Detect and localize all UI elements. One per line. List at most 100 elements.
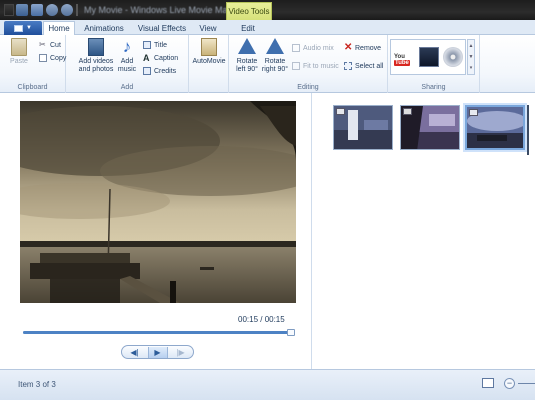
- window-title: My Movie - Windows Live Movie Maker: [84, 5, 241, 15]
- clipboard-group-label: Clipboard: [17, 84, 48, 91]
- seek-bar-fill: [23, 331, 293, 334]
- tab-edit[interactable]: Edit: [228, 21, 268, 35]
- storyboard-pane: [313, 93, 535, 369]
- paste-button[interactable]: Paste: [8, 38, 30, 66]
- preview-pane: 00:15 / 00:15 ◀| ▶ |▶: [0, 93, 312, 369]
- audio-mix-icon: [292, 44, 300, 52]
- cut-label: Cut: [50, 41, 61, 49]
- undo-icon[interactable]: [46, 4, 58, 16]
- storyboard-clip-selected[interactable]: [465, 105, 525, 150]
- remove-button[interactable]: ✕ Remove: [344, 43, 381, 53]
- play-button[interactable]: ▶: [147, 346, 168, 358]
- seek-bar[interactable]: [23, 331, 293, 334]
- playback-controls: ◀| ▶ |▶: [121, 345, 194, 359]
- storyboard-clip[interactable]: [333, 105, 393, 150]
- storyboard-clip[interactable]: [400, 105, 460, 150]
- rotate-left-label-1: Rotate: [236, 58, 258, 65]
- storyboard-playhead[interactable]: [527, 105, 529, 155]
- thumbnail-size-icon[interactable]: [482, 378, 494, 388]
- title-label: Title: [154, 41, 167, 49]
- add-videos-and-photos-button[interactable]: Add videos and photos: [76, 38, 116, 74]
- qat-separator: [76, 4, 78, 16]
- caption-label: Caption: [154, 54, 179, 62]
- youtube-logo: You Tube: [394, 54, 410, 66]
- fit-to-music-label: Fit to music: [303, 62, 339, 70]
- automovie-label: AutoMovie: [192, 58, 226, 65]
- tab-visual-effects[interactable]: Visual Effects: [132, 21, 192, 35]
- add-music-button[interactable]: ♪ Add music: [116, 38, 138, 74]
- tab-view[interactable]: View: [194, 21, 222, 35]
- app-menu-button[interactable]: ▼: [4, 21, 42, 35]
- credits-button[interactable]: Credits: [143, 66, 176, 76]
- automovie-icon: [201, 38, 217, 56]
- seek-thumb[interactable]: [287, 329, 295, 336]
- caption-icon: A: [143, 53, 150, 63]
- automovie-button[interactable]: AutoMovie: [190, 38, 228, 66]
- add-group-label: Add: [120, 84, 134, 91]
- add-videos-label-2: and photos: [78, 66, 114, 73]
- chevron-up-icon[interactable]: ▲: [469, 43, 474, 49]
- preview-image: [20, 101, 296, 303]
- fit-to-music-button[interactable]: Fit to music: [292, 61, 339, 71]
- audio-mix-button[interactable]: Audio mix: [292, 43, 334, 53]
- chevron-down-icon: ▼: [26, 25, 32, 31]
- new-project-icon[interactable]: [31, 4, 43, 16]
- film-photo-icon: [88, 38, 104, 56]
- editing-group: Rotate left 90° Rotate right 90° Audio m…: [229, 35, 388, 93]
- save-icon[interactable]: [16, 4, 28, 16]
- add-music-label-1: Add: [120, 58, 134, 65]
- previous-frame-button[interactable]: ◀|: [125, 347, 145, 358]
- zoom-out-button[interactable]: −: [504, 378, 515, 389]
- chevron-down-icon[interactable]: ▼: [469, 54, 474, 60]
- status-text: Item 3 of 3: [18, 380, 56, 389]
- video-clip-badge-icon: [403, 108, 412, 115]
- add-videos-label-1: Add videos: [78, 58, 114, 65]
- status-bar: Item 3 of 3 −: [0, 369, 535, 400]
- rotate-right-label-1: Rotate: [264, 58, 286, 65]
- clipboard-icon: [11, 38, 27, 56]
- title-bar: My Movie - Windows Live Movie Maker Vide…: [0, 0, 535, 20]
- video-clip-badge-icon: [336, 108, 345, 115]
- play-icon: ▶: [154, 347, 161, 357]
- copy-button[interactable]: Copy: [39, 53, 66, 63]
- sharing-group-label: Sharing: [421, 84, 446, 91]
- rotate-left-button[interactable]: Rotate left 90°: [233, 38, 261, 74]
- editing-group-label: Editing: [297, 84, 319, 91]
- remove-label: Remove: [355, 44, 382, 52]
- gallery-expand-icon[interactable]: ▾: [470, 65, 473, 71]
- video-preview[interactable]: [20, 101, 296, 303]
- audio-mix-label: Audio mix: [303, 44, 334, 52]
- scissors-icon: ✂: [39, 40, 46, 49]
- select-all-icon: [344, 62, 352, 70]
- timecode: 00:15 / 00:15: [238, 315, 285, 324]
- add-music-label-2: music: [117, 66, 137, 73]
- tab-animations[interactable]: Animations: [78, 21, 130, 35]
- rotate-left-icon: [238, 38, 256, 56]
- computer-share-button[interactable]: [419, 47, 439, 67]
- caption-button[interactable]: A Caption: [143, 53, 178, 63]
- dvd-share-button[interactable]: [443, 47, 463, 67]
- next-frame-icon: |▶: [176, 347, 185, 357]
- remove-x-icon: ✕: [344, 42, 353, 53]
- app-menu-icon: [14, 24, 24, 32]
- quick-access-toolbar: [16, 4, 78, 16]
- copy-icon: [39, 54, 47, 62]
- redo-icon[interactable]: [61, 4, 73, 16]
- ribbon-tab-strip: ▼ Home Animations Visual Effects View Ed…: [0, 20, 535, 36]
- cut-button[interactable]: ✂ Cut: [39, 40, 61, 50]
- sharing-gallery-scroll[interactable]: ▲ ▼ ▾: [467, 39, 475, 75]
- youtube-share-button[interactable]: You Tube: [394, 47, 414, 67]
- tab-home[interactable]: Home: [43, 21, 75, 36]
- sharing-gallery: You Tube: [390, 39, 466, 75]
- rotate-right-icon: [266, 38, 284, 56]
- fit-to-music-icon: [292, 62, 300, 70]
- next-frame-button[interactable]: |▶: [171, 347, 191, 358]
- title-button[interactable]: Title: [143, 40, 167, 50]
- previous-frame-icon: ◀|: [130, 347, 139, 357]
- rotate-right-button[interactable]: Rotate right 90°: [260, 38, 290, 74]
- video-clip-badge-icon: [469, 109, 478, 116]
- zoom-slider[interactable]: [518, 383, 535, 384]
- title-icon: [143, 41, 151, 49]
- select-all-button[interactable]: Select all: [344, 61, 383, 71]
- sharing-group: You Tube ▲ ▼ ▾ Sharing: [388, 35, 480, 93]
